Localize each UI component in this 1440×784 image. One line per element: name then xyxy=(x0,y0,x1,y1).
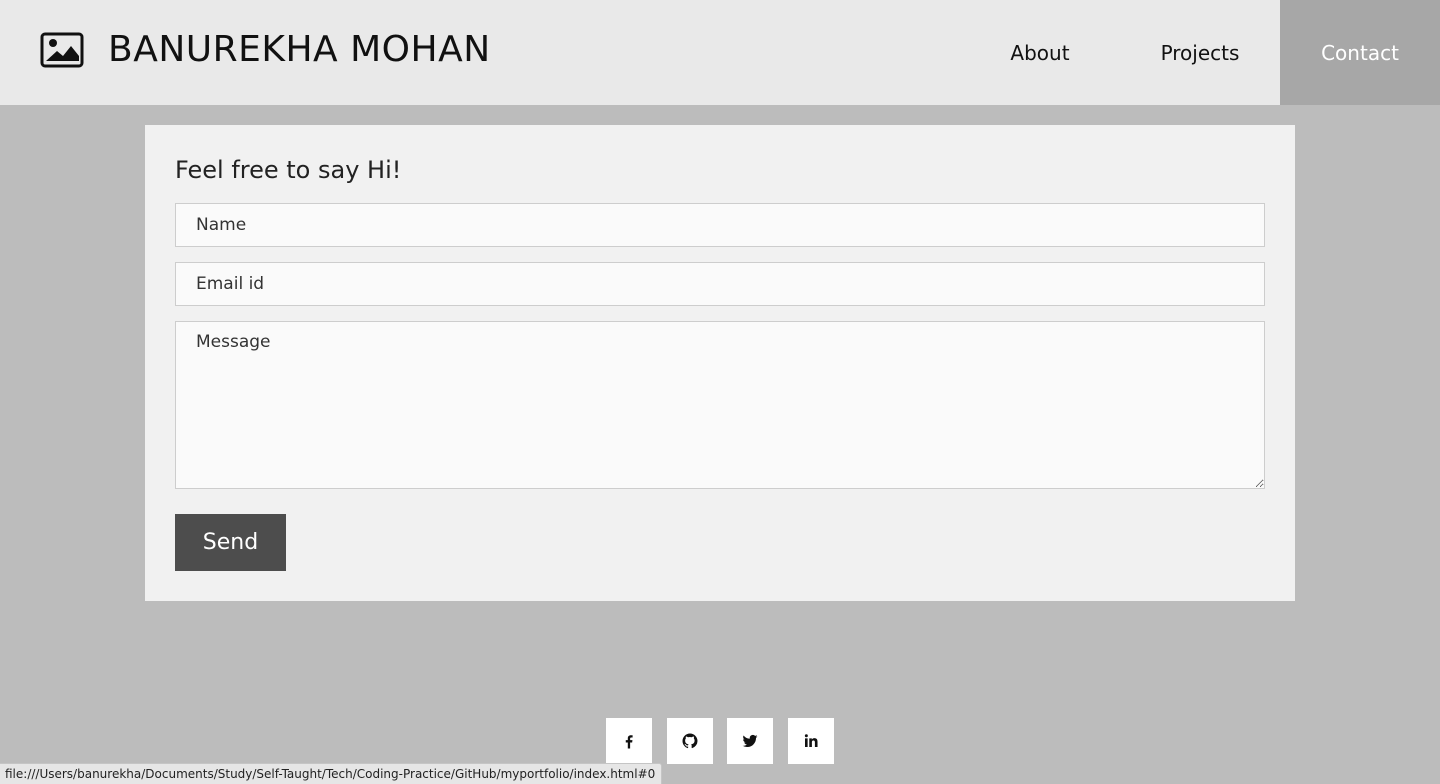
site-header: BANUREKHA MOHAN About Projects Contact xyxy=(0,0,1440,105)
name-input[interactable] xyxy=(175,203,1265,247)
email-input[interactable] xyxy=(175,262,1265,306)
github-link[interactable] xyxy=(667,718,713,764)
message-textarea[interactable] xyxy=(175,321,1265,489)
contact-form-card: Feel free to say Hi! Send xyxy=(145,125,1295,601)
site-brand[interactable]: BANUREKHA MOHAN xyxy=(108,28,491,72)
facebook-icon xyxy=(625,735,633,749)
facebook-link[interactable] xyxy=(606,718,652,764)
nav-contact[interactable]: Contact xyxy=(1280,0,1440,105)
send-button[interactable]: Send xyxy=(175,514,286,571)
linkedin-link[interactable] xyxy=(788,718,834,764)
nav-about[interactable]: About xyxy=(960,0,1120,105)
twitter-link[interactable] xyxy=(727,718,773,764)
contact-form-title: Feel free to say Hi! xyxy=(175,156,402,184)
twitter-icon xyxy=(742,734,758,748)
browser-status-bar: file:///Users/banurekha/Documents/Study/… xyxy=(0,763,663,784)
linkedin-icon xyxy=(804,734,818,747)
nav-projects[interactable]: Projects xyxy=(1120,0,1280,105)
github-icon xyxy=(682,733,698,749)
image-icon[interactable] xyxy=(40,32,84,68)
